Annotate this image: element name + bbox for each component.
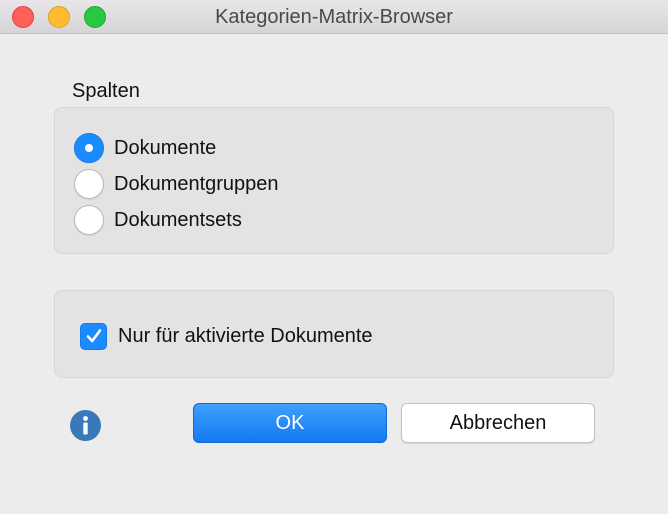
only-activated-option[interactable]: Nur für aktivierte Dokumente: [80, 321, 373, 351]
cancel-button[interactable]: Abbrechen: [401, 403, 595, 443]
radio-label-document-sets: Dokumentsets: [114, 208, 242, 231]
radio-option-document-sets[interactable]: Dokumentsets: [74, 204, 242, 236]
window-title: Kategorien-Matrix-Browser: [215, 6, 453, 28]
radio-button-selected[interactable]: [74, 133, 104, 163]
only-activated-checkbox[interactable]: [80, 322, 107, 350]
radio-button[interactable]: [74, 169, 104, 199]
info-glyph: [83, 416, 88, 435]
radio-label-document-groups: Dokumentgruppen: [114, 172, 279, 195]
info-icon[interactable]: [70, 410, 101, 441]
radio-option-document-groups[interactable]: Dokumentgruppen: [74, 168, 279, 200]
radio-label-documents: Dokumente: [114, 136, 217, 159]
title-bar[interactable]: Kategorien-Matrix-Browser: [0, 0, 668, 34]
ok-button[interactable]: OK: [193, 403, 387, 443]
checkmark-icon: [86, 329, 101, 343]
only-activated-label: Nur für aktivierte Dokumente: [118, 324, 373, 347]
radio-option-documents[interactable]: Dokumente: [74, 132, 216, 164]
radio-button[interactable]: [74, 205, 104, 235]
dialog-window: Kategorien-Matrix-Browser Spalten Dokume…: [0, 0, 668, 514]
columns-section-label: Spalten: [72, 80, 140, 102]
